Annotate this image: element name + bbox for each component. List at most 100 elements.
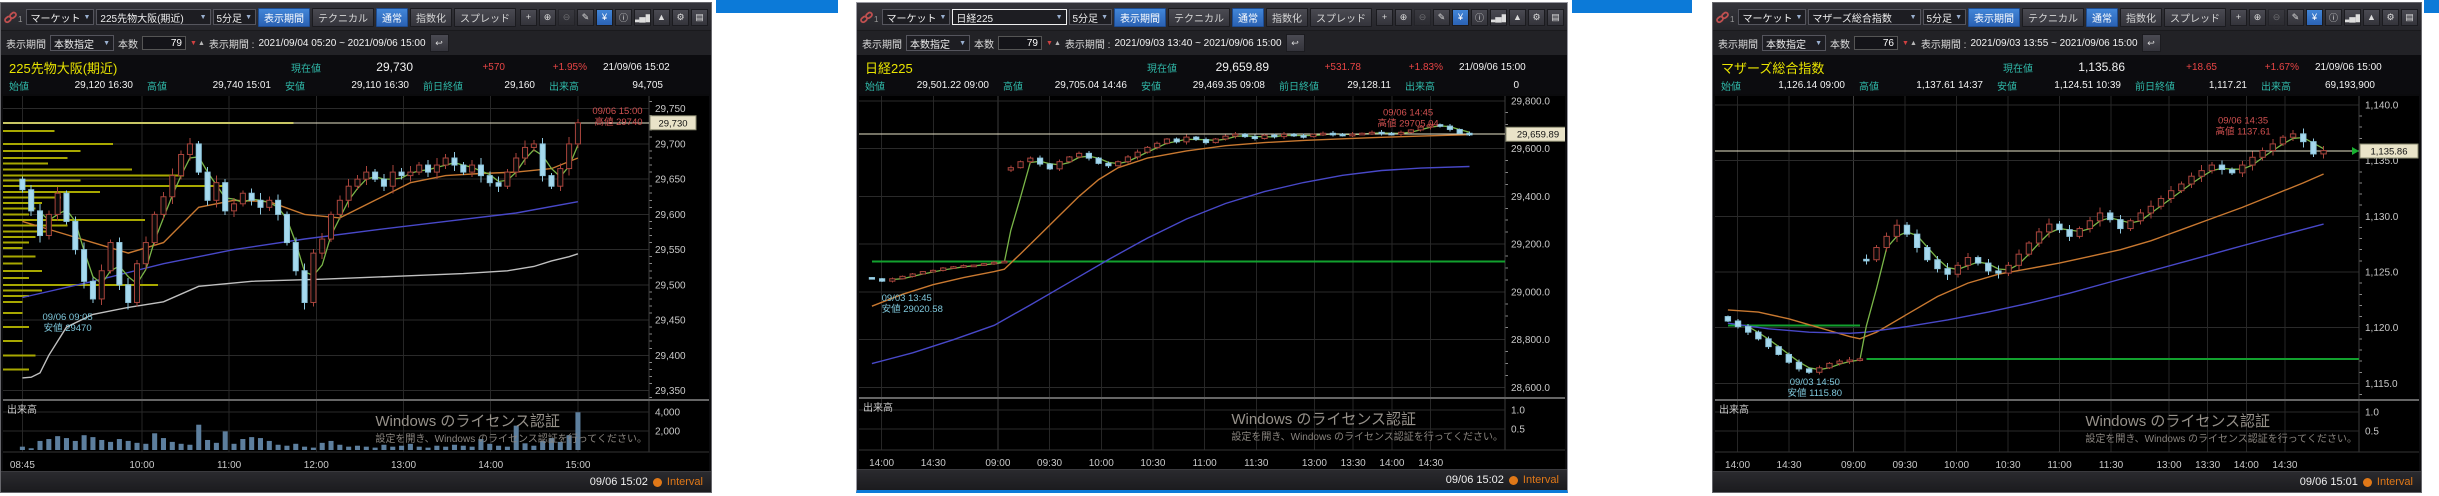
count-spinner[interactable]: ▼▲: [1046, 40, 1061, 47]
area-chart-icon[interactable]: ▲: [2363, 9, 2380, 26]
area-chart-icon[interactable]: ▲: [653, 9, 670, 26]
yen-icon[interactable]: ¥: [1452, 9, 1469, 26]
count-spinner[interactable]: ▼▲: [190, 40, 205, 47]
normal-button[interactable]: 通常: [2086, 8, 2118, 27]
indexed-button[interactable]: 指数化: [410, 8, 452, 27]
technical-button[interactable]: テクニカル: [2022, 8, 2084, 27]
period-mode-select[interactable]: 本数指定▼: [1762, 35, 1826, 51]
yen-icon[interactable]: ¥: [2306, 9, 2323, 26]
chevron-down-icon: ▼: [200, 14, 207, 21]
price-chart[interactable]: 1,140.01,135.01,130.01,125.01,120.01,115…: [1715, 96, 2419, 471]
svg-text:29,450: 29,450: [655, 316, 686, 327]
ohlc-row: 始値 1,126.14 09:00 高値 1,137.61 14:37 安値 1…: [1713, 77, 2421, 94]
range-value: 2021/09/03 13:40 ~ 2021/09/06 15:00: [1114, 38, 1281, 49]
spread-button[interactable]: スプレッド: [1310, 8, 1372, 27]
svg-text:13:00: 13:00: [1302, 458, 1327, 469]
info-icon[interactable]: ⓘ: [615, 9, 632, 26]
svg-text:09/06 14:35: 09/06 14:35: [2218, 116, 2268, 127]
wrench-icon[interactable]: ⚙: [672, 9, 689, 26]
pencil-icon[interactable]: ✎: [577, 9, 594, 26]
pencil-icon[interactable]: ✎: [2287, 9, 2304, 26]
plus-icon[interactable]: +: [520, 9, 537, 26]
pencil-icon[interactable]: ✎: [1433, 9, 1450, 26]
zoom-out-icon[interactable]: ⊖: [1414, 9, 1431, 26]
period-mode-select[interactable]: 本数指定▼: [50, 35, 114, 51]
symbol-select[interactable]: 日経225▼: [952, 9, 1066, 25]
timeframe-select[interactable]: 5分足▼: [1069, 9, 1113, 25]
market-select[interactable]: マーケット▼: [882, 9, 950, 25]
zoom-in-icon[interactable]: ⊕: [2249, 9, 2266, 26]
printer-icon[interactable]: ▤: [2401, 9, 2418, 26]
reload-icon[interactable]: ↩: [430, 34, 449, 52]
indexed-button[interactable]: 指数化: [1266, 8, 1308, 27]
market-select[interactable]: マーケット▼: [26, 9, 94, 25]
svg-text:29,659.89: 29,659.89: [1517, 130, 1559, 141]
period-mode-select[interactable]: 本数指定▼: [906, 35, 970, 51]
technical-button[interactable]: テクニカル: [312, 8, 374, 27]
zoom-in-icon[interactable]: ⊕: [539, 9, 556, 26]
volume-value: 0: [1435, 80, 1519, 91]
svg-text:29,400.0: 29,400.0: [1511, 192, 1550, 203]
svg-text:09:30: 09:30: [1892, 460, 1917, 471]
link-icon[interactable]: 1: [4, 11, 22, 24]
svg-text:29,600: 29,600: [655, 210, 686, 221]
timeframe-select[interactable]: 5分足▼: [213, 9, 257, 25]
svg-text:15:00: 15:00: [565, 460, 590, 471]
price-chart[interactable]: 29,75029,70029,65029,60029,55029,50029,4…: [3, 96, 709, 471]
status-bar: 09/06 15:01 Interval: [1713, 471, 2421, 492]
current-label: 現在値: [291, 60, 321, 75]
chevron-down-icon: ▼: [245, 14, 252, 21]
spread-button[interactable]: スプレッド: [2164, 8, 2226, 27]
link-icon[interactable]: 1: [860, 11, 878, 24]
count-input[interactable]: 79: [998, 36, 1042, 50]
range-value: 2021/09/03 13:55 ~ 2021/09/06 15:00: [1970, 38, 2137, 49]
symbol-select[interactable]: 225先物大阪(期近)▼: [96, 9, 210, 25]
wrench-icon[interactable]: ⚙: [2382, 9, 2399, 26]
printer-icon[interactable]: ▤: [691, 9, 708, 26]
technical-button[interactable]: テクニカル: [1168, 8, 1230, 27]
market-select[interactable]: マーケット▼: [1738, 9, 1806, 25]
zoom-out-icon[interactable]: ⊖: [2268, 9, 2285, 26]
display-period-button[interactable]: 表示期間: [258, 8, 310, 27]
zoom-out-icon[interactable]: ⊖: [558, 9, 575, 26]
info-icon[interactable]: ⓘ: [2325, 9, 2342, 26]
symbol-select[interactable]: マザーズ総合指数▼: [1808, 9, 1920, 25]
zoom-in-icon[interactable]: ⊕: [1395, 9, 1412, 26]
status-bar: 09/06 15:02 Interval: [857, 469, 1567, 490]
svg-text:1,130.0: 1,130.0: [2365, 212, 2399, 223]
plus-icon[interactable]: +: [2230, 9, 2247, 26]
tick-chart-icon[interactable]: ▂▄▆: [634, 9, 651, 26]
status-time: 09/06 15:01: [2300, 476, 2358, 488]
display-period-button[interactable]: 表示期間: [1114, 8, 1166, 27]
svg-text:1,120.0: 1,120.0: [2365, 323, 2399, 334]
link-icon[interactable]: 1: [1716, 11, 1734, 24]
reload-icon[interactable]: ↩: [1286, 34, 1305, 52]
count-label: 本数: [118, 36, 138, 51]
indexed-button[interactable]: 指数化: [2120, 8, 2162, 27]
normal-button[interactable]: 通常: [1232, 8, 1264, 27]
reload-icon[interactable]: ↩: [2142, 34, 2161, 52]
area-chart-icon[interactable]: ▲: [1509, 9, 1526, 26]
chevron-down-icon: ▼: [1056, 14, 1063, 21]
svg-text:28,800.0: 28,800.0: [1511, 335, 1550, 346]
volume-label: 出来高: [549, 78, 579, 93]
timeframe-select[interactable]: 5分足▼: [1923, 9, 1967, 25]
printer-icon[interactable]: ▤: [1547, 9, 1564, 26]
wrench-icon[interactable]: ⚙: [1528, 9, 1545, 26]
count-input[interactable]: 79: [142, 36, 186, 50]
svg-text:10:00: 10:00: [1089, 458, 1114, 469]
yen-icon[interactable]: ¥: [596, 9, 613, 26]
plus-icon[interactable]: +: [1376, 9, 1393, 26]
prev-close-label: 前日終値: [423, 78, 463, 93]
info-icon[interactable]: ⓘ: [1471, 9, 1488, 26]
tick-chart-icon[interactable]: ▂▄▆: [2344, 9, 2361, 26]
low-value: 1,124.51 10:39: [2017, 80, 2121, 91]
tick-chart-icon[interactable]: ▂▄▆: [1490, 9, 1507, 26]
display-period-button[interactable]: 表示期間: [1968, 8, 2020, 27]
count-spinner[interactable]: ▼▲: [1902, 40, 1917, 47]
count-input[interactable]: 76: [1854, 36, 1898, 50]
normal-button[interactable]: 通常: [376, 8, 408, 27]
change-value: +531.78: [1269, 62, 1361, 73]
price-chart[interactable]: 29,800.029,600.029,400.029,200.029,000.0…: [859, 96, 1565, 469]
spread-button[interactable]: スプレッド: [454, 8, 516, 27]
